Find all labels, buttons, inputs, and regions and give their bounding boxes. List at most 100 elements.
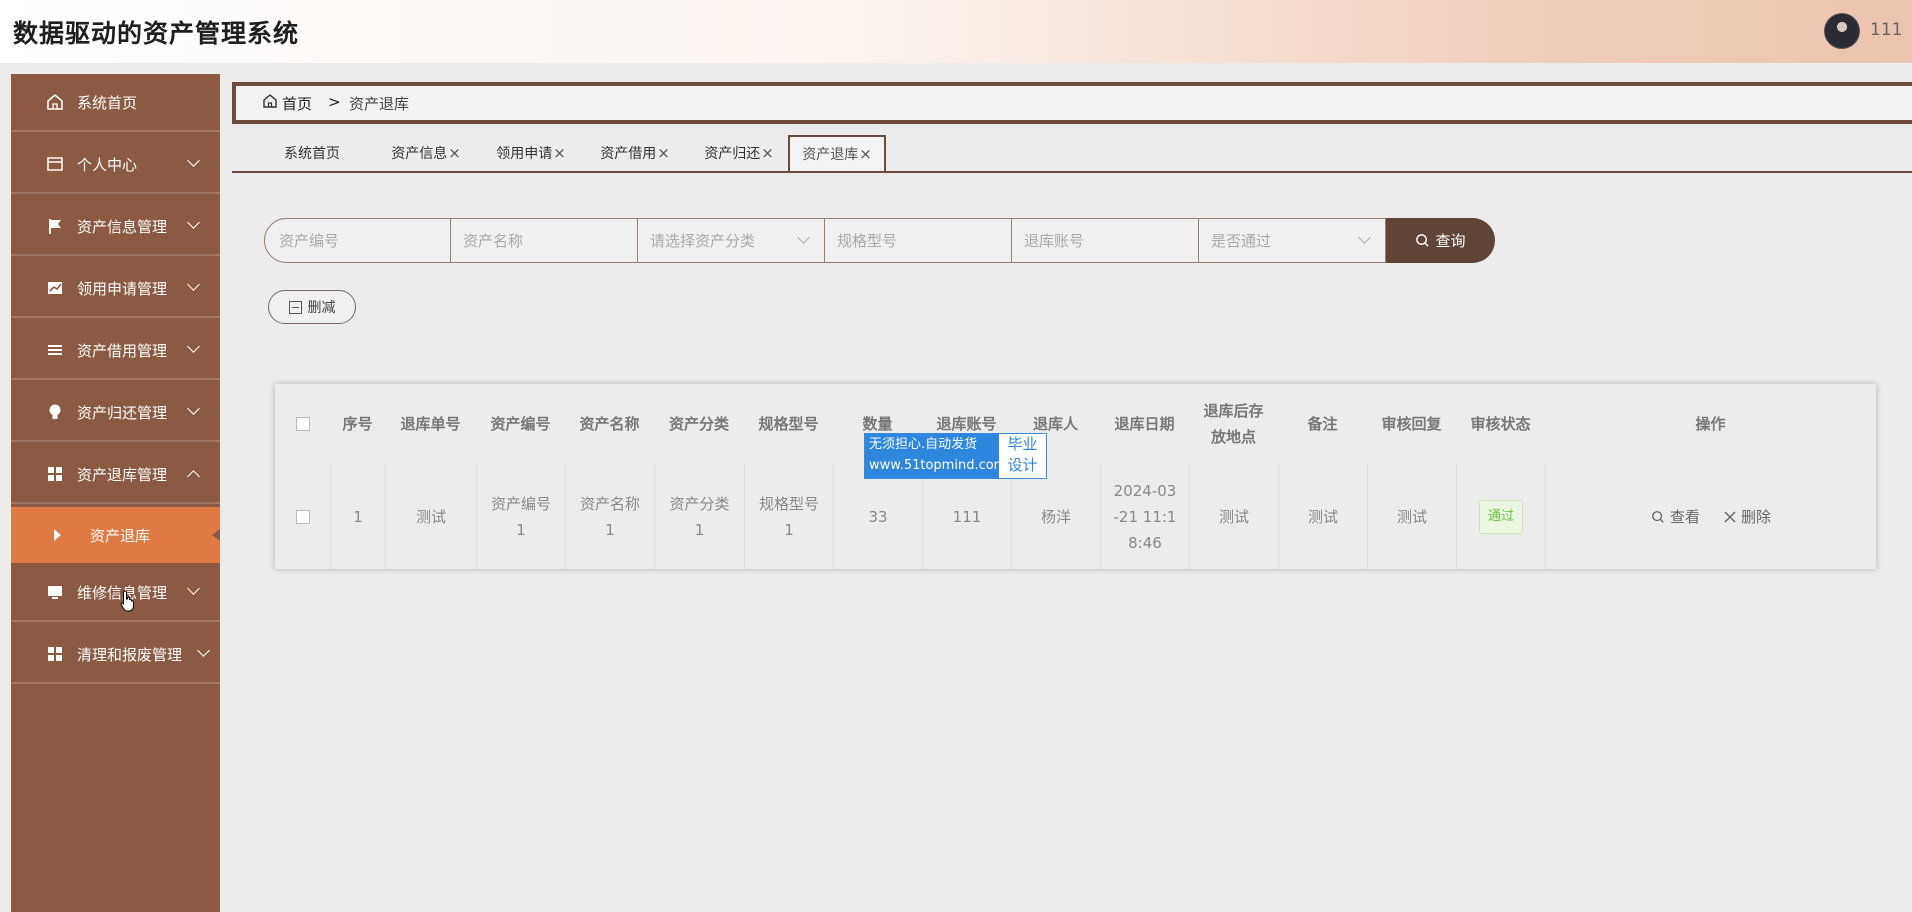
header-checkbox-cell[interactable]: [275, 384, 330, 464]
sidebar-item-label: 清理和报废管理: [77, 645, 183, 664]
tab-label: 资产归还: [704, 146, 761, 162]
tab-label: 系统首页: [284, 146, 340, 162]
view-label: 查看: [1669, 507, 1700, 526]
tab-home[interactable]: 系统首页: [262, 135, 362, 171]
chevron-down-icon: [187, 216, 200, 229]
sidebar-item-label: 个人中心: [77, 155, 138, 174]
table-cell-order-no: 测试: [385, 464, 476, 569]
asset-name-input[interactable]: [463, 231, 623, 250]
table-cell-category: 资产分类1: [654, 464, 744, 569]
close-icon[interactable]: ×: [657, 144, 670, 162]
sidebar-item-repair[interactable]: 维修信息管理: [11, 564, 220, 622]
table-cell-date: 2024-03-21 11:18:46: [1100, 464, 1189, 569]
sidebar-item-label: 资产退库管理: [77, 465, 168, 484]
view-button[interactable]: 查看: [1651, 504, 1700, 530]
sidebar-item-personal[interactable]: 个人中心: [11, 136, 220, 194]
asset-no-input[interactable]: [279, 231, 439, 250]
search-button[interactable]: 查询: [1386, 218, 1495, 263]
asset-name-field[interactable]: [451, 218, 638, 263]
sidebar-item-return[interactable]: 资产归还管理: [11, 384, 220, 442]
flag-icon: [45, 216, 65, 236]
account-input[interactable]: [1024, 231, 1184, 250]
spec-input[interactable]: [837, 231, 997, 250]
column-header: 规格型号: [758, 415, 819, 433]
sidebar-item-requisition[interactable]: 领用申请管理: [11, 260, 220, 318]
chevron-down-icon: [797, 231, 810, 244]
tab-asset-info[interactable]: 资产信息 ×: [386, 135, 466, 171]
top-header: 数据驱动的资产管理系统 111: [0, 0, 1912, 63]
category-select[interactable]: 请选择资产分类: [638, 218, 825, 263]
account-field[interactable]: [1012, 218, 1199, 263]
breadcrumb: 首页 > 资产退库: [232, 82, 1912, 124]
pass-select[interactable]: 是否通过: [1199, 218, 1386, 263]
home-icon: [45, 92, 65, 112]
close-icon[interactable]: ×: [761, 144, 774, 162]
status-badge: 通过: [1478, 499, 1523, 534]
chevron-down-icon: [187, 402, 200, 415]
close-icon[interactable]: ×: [553, 144, 566, 162]
watermark-line2: www.51topmind.com: [869, 458, 1007, 473]
sidebar-item-home[interactable]: 系统首页: [11, 74, 220, 132]
table-cell-status: 通过: [1456, 464, 1545, 569]
grid-icon: [45, 644, 65, 664]
tab-requisition[interactable]: 领用申请 ×: [491, 135, 571, 171]
chart-icon: [45, 278, 65, 298]
tab-return[interactable]: 资产归还 ×: [699, 135, 779, 171]
column-header: 审核回复: [1381, 415, 1442, 433]
user-name[interactable]: 111: [1870, 20, 1902, 40]
watermark-badge: 无须担心.自动发货 www.51topmind.com 毕业 设计: [864, 433, 1047, 479]
table-cell-location: 测试: [1189, 464, 1278, 569]
sidebar-item-withdraw[interactable]: 资产退库管理: [11, 446, 220, 504]
row-checkbox[interactable]: [295, 509, 310, 524]
batch-delete-button[interactable]: 删减: [268, 290, 356, 324]
spec-field[interactable]: [825, 218, 1012, 263]
column-header: 资产分类: [668, 415, 729, 433]
close-icon: [1724, 511, 1736, 522]
watermark-right1: 毕业: [1007, 435, 1038, 453]
watermark-line1: 无须担心.自动发货: [869, 437, 978, 452]
table-cell-account: 111: [922, 464, 1011, 569]
breadcrumb-home[interactable]: 首页: [282, 93, 312, 114]
sidebar-item-cleanup[interactable]: 清理和报废管理: [11, 626, 220, 684]
close-icon[interactable]: ×: [859, 145, 872, 163]
column-header: 操作: [1695, 415, 1726, 433]
active-indicator: [212, 529, 220, 541]
search-button-label: 查询: [1435, 232, 1466, 250]
close-icon[interactable]: ×: [448, 144, 461, 162]
sidebar-item-label: 资产归还管理: [77, 403, 168, 422]
sidebar: 系统首页 个人中心 资产信息管理 领用申请管理 资产借用管理 资产归还管理 资产…: [11, 74, 220, 912]
chevron-down-icon: [197, 644, 210, 657]
select-all-checkbox[interactable]: [295, 417, 310, 431]
column-header: 备注: [1307, 415, 1338, 433]
delete-button[interactable]: 删除: [1724, 504, 1771, 530]
category-placeholder: 请选择资产分类: [650, 232, 756, 250]
tab-borrow[interactable]: 资产借用 ×: [595, 135, 675, 171]
sidebar-item-borrow[interactable]: 资产借用管理: [11, 322, 220, 380]
search-icon: [1652, 510, 1664, 523]
watermark-left: 无须担心.自动发货 www.51topmind.com: [865, 434, 1007, 478]
sidebar-item-label: 资产借用管理: [77, 341, 168, 360]
column-header: 退库单号: [400, 415, 461, 433]
sidebar-item-asset-info[interactable]: 资产信息管理: [11, 198, 220, 256]
tab-withdraw[interactable]: 资产退库 ×: [788, 135, 886, 171]
row-checkbox-cell[interactable]: [275, 464, 330, 569]
home-icon[interactable]: [262, 93, 278, 109]
delete-label: 删除: [1741, 507, 1772, 526]
data-table: 序号 退库单号 资产编号 资产名称 资产分类 规格型号 数量 退库账号 退库人 …: [275, 384, 1876, 569]
search-icon: [1416, 234, 1430, 247]
chevron-down-icon: [1358, 231, 1371, 244]
chevron-down-icon: [187, 278, 200, 291]
caret-right-icon: [54, 529, 61, 541]
user-avatar[interactable]: [1824, 13, 1860, 49]
sidebar-subitem-withdraw[interactable]: 资产退库: [11, 507, 220, 563]
asset-no-field[interactable]: [264, 218, 451, 263]
table-cell-index: 1: [330, 464, 385, 569]
chevron-down-icon: [187, 154, 200, 167]
column-header: 退库后存放地点: [1203, 402, 1264, 446]
list-icon: [45, 340, 65, 360]
column-header: 资产名称: [579, 415, 640, 433]
table-cell-reply: 测试: [1367, 464, 1456, 569]
sidebar-item-label: 领用申请管理: [77, 279, 168, 298]
table-cell-asset-no: 资产编号1: [476, 464, 565, 569]
table-cell-spec: 规格型号1: [744, 464, 833, 569]
